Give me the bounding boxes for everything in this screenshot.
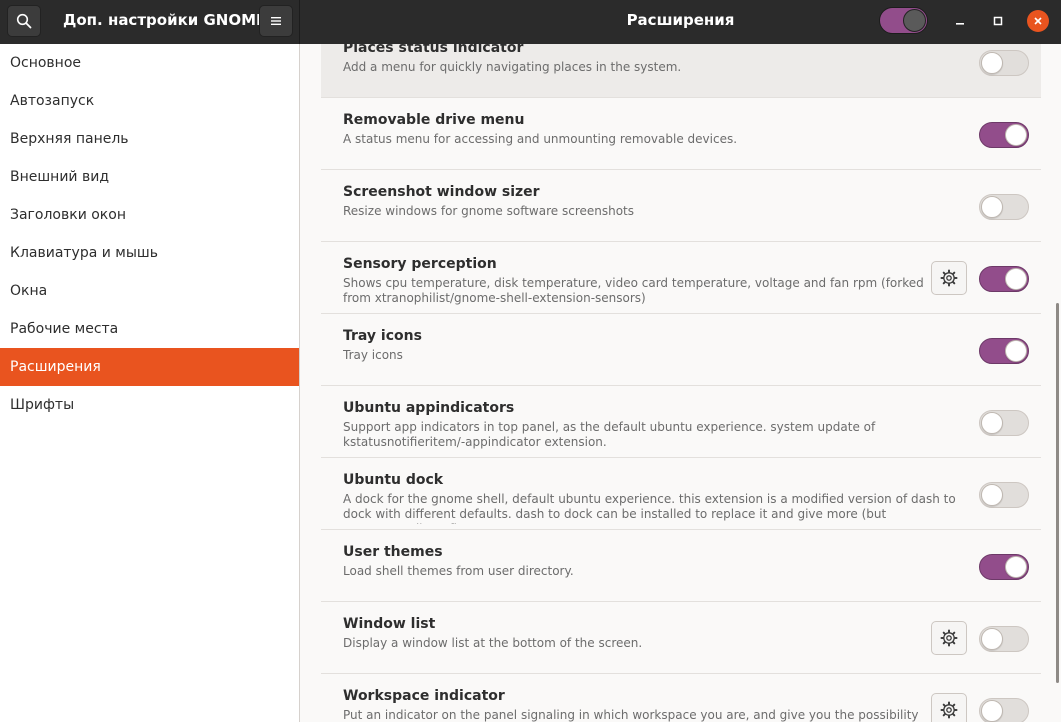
extension-name: Places status indicator [343,44,524,56]
extension-name: Workspace indicator [343,688,505,704]
extension-name: Ubuntu appindicators [343,400,515,416]
switch-knob [903,9,926,32]
extension-row: User themes Load shell themes from user … [321,530,1041,602]
extension-description: A dock for the gnome shell, default ubun… [343,492,956,524]
extension-name: Screenshot window sizer [343,184,540,200]
sidebar-item-general[interactable]: Основное [0,44,299,82]
extension-toggle[interactable] [979,410,1029,436]
extension-description: Load shell themes from user directory. [343,564,574,578]
sidebar-item-windows[interactable]: Окна [0,272,299,310]
extension-name: User themes [343,544,443,560]
sidebar-header: Доп. настройки GNOME [0,0,300,44]
extension-row: Ubuntu appindicators Support app indicat… [321,386,1041,458]
extension-settings-button[interactable] [931,693,967,722]
extensions-panel: Places status indicator Add a menu for q… [301,44,1061,722]
app-title: Доп. настройки GNOME [63,11,267,29]
extension-description: Shows cpu temperature, disk temperature,… [343,276,924,305]
extension-row: Ubuntu dock A dock for the gnome shell, … [321,458,1041,530]
search-icon [16,13,32,29]
menu-button[interactable] [259,5,293,37]
extension-row: Places status indicator Add a menu for q… [321,44,1041,98]
hamburger-menu-icon [271,17,281,25]
page-title: Расширения [626,11,735,29]
close-button[interactable] [1027,10,1049,32]
search-button[interactable] [7,5,41,37]
sidebar-item-keyboard-mouse[interactable]: Клавиатура и мышь [0,234,299,272]
extension-row: Sensory perception Shows cpu temperature… [321,242,1041,314]
extension-row: Screenshot window sizer Resize windows f… [321,170,1041,242]
extension-description: Resize windows for gnome software screen… [343,204,635,218]
minimize-icon [956,23,964,25]
extension-row: Tray icons Tray icons [321,314,1041,386]
extension-toggle[interactable] [979,194,1029,220]
extension-row: Workspace indicator Put an indicator on … [321,674,1041,722]
extension-toggle[interactable] [979,554,1029,580]
sidebar-item-extensions[interactable]: Расширения [0,348,299,386]
extension-description: Put an indicator on the panel signaling … [343,708,919,722]
extension-description: Support app indicators in top panel, as … [343,420,876,449]
extension-description: Display a window list at the bottom of t… [343,636,643,650]
extension-row: Removable drive menu A status menu for a… [321,98,1041,170]
extension-name: Removable drive menu [343,112,525,128]
extension-toggle[interactable] [979,50,1029,76]
switch-knob [981,484,1003,506]
sidebar-item-appearance[interactable]: Внешний вид [0,158,299,196]
extension-description: Add a menu for quickly navigating places… [343,60,682,74]
switch-knob [981,196,1003,218]
switch-knob [1005,268,1027,290]
extensions-global-switch[interactable] [879,7,928,34]
scrollbar[interactable] [1056,303,1059,683]
extension-name: Sensory perception [343,256,497,272]
extension-name: Window list [343,616,436,632]
switch-knob [981,52,1003,74]
extension-toggle[interactable] [979,122,1029,148]
switch-knob [981,412,1003,434]
gear-icon [940,269,958,287]
sidebar: Основное Автозапуск Верхняя панель Внешн… [0,44,300,722]
minimize-button[interactable] [949,10,971,32]
extension-name: Tray icons [343,328,422,344]
sidebar-item-top-bar[interactable]: Верхняя панель [0,120,299,158]
extension-name: Ubuntu dock [343,472,444,488]
maximize-icon [993,16,1003,26]
extension-toggle[interactable] [979,626,1029,652]
gear-icon [940,629,958,647]
header-bar: Доп. настройки GNOME Расширения [0,0,1061,44]
switch-knob [981,628,1003,650]
extension-row: Window list Display a window list at the… [321,602,1041,674]
maximize-button[interactable] [987,10,1009,32]
close-icon [1034,17,1042,25]
switch-knob [1005,124,1027,146]
switch-knob [1005,556,1027,578]
sidebar-item-startup[interactable]: Автозапуск [0,82,299,120]
extensions-list: Places status indicator Add a menu for q… [321,44,1041,722]
switch-knob [981,700,1003,722]
sidebar-item-workspaces[interactable]: Рабочие места [0,310,299,348]
sidebar-item-fonts[interactable]: Шрифты [0,386,299,424]
extension-toggle[interactable] [979,482,1029,508]
extension-toggle[interactable] [979,266,1029,292]
extension-description: A status menu for accessing and unmounti… [343,132,738,146]
extension-toggle[interactable] [979,338,1029,364]
sidebar-item-window-titlebars[interactable]: Заголовки окон [0,196,299,234]
switch-knob [1005,340,1027,362]
gear-icon [940,701,958,719]
extension-settings-button[interactable] [931,621,967,655]
extension-description: Tray icons [343,348,403,362]
extension-settings-button[interactable] [931,261,967,295]
extension-toggle[interactable] [979,698,1029,722]
